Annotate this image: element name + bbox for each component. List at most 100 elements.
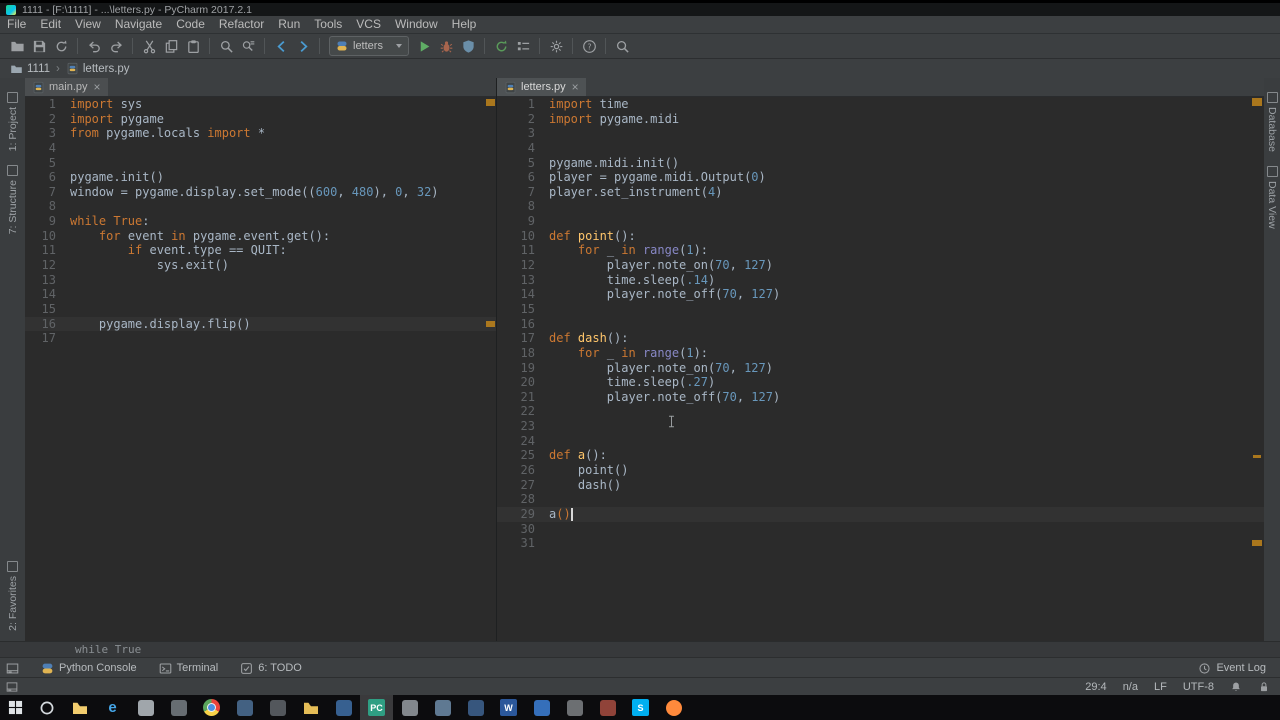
- code-line[interactable]: 19 player.note_on(70, 127): [497, 361, 1264, 376]
- debug-button[interactable]: [435, 36, 457, 56]
- code-line[interactable]: 1 import time: [497, 97, 1264, 112]
- cut-button[interactable]: [138, 36, 160, 56]
- code-line[interactable]: 9 while True:: [25, 214, 496, 229]
- code-line[interactable]: 30: [497, 522, 1264, 537]
- line-number[interactable]: 8: [25, 199, 70, 214]
- line-number[interactable]: 13: [497, 273, 549, 288]
- code-line[interactable]: 5 pygame.midi.init(): [497, 156, 1264, 171]
- code-line[interactable]: 7 window = pygame.display.set_mode((600, …: [25, 185, 496, 200]
- line-number[interactable]: 21: [497, 390, 549, 405]
- code-line[interactable]: 17 def dash():: [497, 331, 1264, 346]
- close-tab-icon[interactable]: ×: [94, 80, 101, 94]
- taskbar-button-app-1[interactable]: [162, 695, 195, 720]
- code-line[interactable]: 3 from pygame.locals import *: [25, 126, 496, 141]
- taskbar-button-start[interactable]: [0, 695, 30, 720]
- toolwindow-button-6-todo[interactable]: 6: TODO: [240, 662, 302, 675]
- line-number[interactable]: 6: [497, 170, 549, 185]
- line-number[interactable]: 5: [497, 156, 549, 171]
- tab-letters-py[interactable]: letters.py ×: [497, 78, 586, 96]
- line-number[interactable]: 14: [25, 287, 70, 302]
- code-line[interactable]: 6 player = pygame.midi.Output(0): [497, 170, 1264, 185]
- tab-main-py[interactable]: main.py ×: [25, 78, 108, 96]
- search-everywhere-button[interactable]: [611, 36, 633, 56]
- undo-button[interactable]: [83, 36, 105, 56]
- code-line[interactable]: 14: [25, 287, 496, 302]
- taskbar-button-word[interactable]: W: [492, 695, 525, 720]
- line-number[interactable]: 25: [497, 448, 549, 463]
- line-number[interactable]: 19: [497, 361, 549, 376]
- tool-button--structure[interactable]: 7: Structure: [7, 165, 19, 235]
- tool-button--project[interactable]: 1: Project: [7, 92, 19, 151]
- taskbar-button-app-2[interactable]: [228, 695, 261, 720]
- code-line[interactable]: 11 for _ in range(1):: [497, 243, 1264, 258]
- paste-button[interactable]: [182, 36, 204, 56]
- line-number[interactable]: 7: [25, 185, 70, 200]
- taskbar-button-app-8[interactable]: [525, 695, 558, 720]
- taskbar-button-firefox[interactable]: [657, 695, 690, 720]
- find-button[interactable]: [215, 36, 237, 56]
- menu-view[interactable]: View: [68, 16, 108, 33]
- breadcrumb-item-letters.py[interactable]: letters.py: [66, 62, 130, 75]
- code-line[interactable]: 15: [25, 302, 496, 317]
- code-line[interactable]: 7 player.set_instrument(4): [497, 185, 1264, 200]
- code-line[interactable]: 28: [497, 492, 1264, 507]
- line-number[interactable]: 26: [497, 463, 549, 478]
- line-number[interactable]: 2: [497, 112, 549, 127]
- code-line[interactable]: 23: [497, 419, 1264, 434]
- line-number[interactable]: 15: [25, 302, 70, 317]
- code-line[interactable]: 13: [25, 273, 496, 288]
- line-number[interactable]: 16: [25, 317, 70, 332]
- run-config-select[interactable]: letters: [329, 36, 409, 56]
- readonly-lock-icon[interactable]: [1258, 681, 1270, 693]
- caret-position[interactable]: 29:4: [1085, 681, 1106, 693]
- line-number[interactable]: 3: [497, 126, 549, 141]
- help-button[interactable]: ?: [578, 36, 600, 56]
- line-number[interactable]: 27: [497, 478, 549, 493]
- code-line[interactable]: 8: [25, 199, 496, 214]
- taskbar-button-app-4[interactable]: [327, 695, 360, 720]
- line-number[interactable]: 31: [497, 536, 549, 551]
- code-line[interactable]: 24: [497, 434, 1264, 449]
- toolwindow-button-terminal[interactable]: Terminal: [159, 662, 218, 675]
- menu-refactor[interactable]: Refactor: [212, 16, 271, 33]
- taskbar-button-edge[interactable]: e: [96, 695, 129, 720]
- line-number[interactable]: 18: [497, 346, 549, 361]
- replace-button[interactable]: [237, 36, 259, 56]
- code-line[interactable]: 4: [25, 141, 496, 156]
- line-number[interactable]: 11: [497, 243, 549, 258]
- line-number[interactable]: 12: [25, 258, 70, 273]
- code-line[interactable]: 10 def point():: [497, 229, 1264, 244]
- toolwindow-button-event-log[interactable]: Event Log: [1198, 662, 1266, 675]
- code-line[interactable]: 8: [497, 199, 1264, 214]
- line-number[interactable]: 1: [25, 97, 70, 112]
- line-number[interactable]: 16: [497, 317, 549, 332]
- breadcrumb-item-1111[interactable]: 1111: [10, 62, 50, 75]
- line-number[interactable]: 11: [25, 243, 70, 258]
- code-line[interactable]: 6 pygame.init(): [25, 170, 496, 185]
- tool-window-switcher-icon[interactable]: [6, 662, 19, 675]
- line-number[interactable]: 2: [25, 112, 70, 127]
- tool-button-data-view[interactable]: Data View: [1266, 165, 1278, 229]
- taskbar-button-pycharm[interactable]: PC: [360, 695, 393, 720]
- code-line[interactable]: 26 point(): [497, 463, 1264, 478]
- line-number[interactable]: 12: [497, 258, 549, 273]
- line-number[interactable]: 13: [25, 273, 70, 288]
- run-button[interactable]: [413, 36, 435, 56]
- code-line[interactable]: 12 player.note_on(70, 127): [497, 258, 1264, 273]
- code-line[interactable]: 5: [25, 156, 496, 171]
- line-number[interactable]: 8: [497, 199, 549, 214]
- line-number[interactable]: 29: [497, 507, 549, 522]
- code-line[interactable]: 10 for event in pygame.event.get():: [25, 229, 496, 244]
- line-number[interactable]: 7: [497, 185, 549, 200]
- code-line[interactable]: 16 pygame.display.flip(): [25, 316, 496, 332]
- settings-button[interactable]: [545, 36, 567, 56]
- code-line[interactable]: 25 def a():: [497, 448, 1264, 463]
- line-number[interactable]: 5: [25, 156, 70, 171]
- taskbar-button-app-10[interactable]: [591, 695, 624, 720]
- code-line[interactable]: 14 player.note_off(70, 127): [497, 287, 1264, 302]
- code-area-main-py[interactable]: 1 import sys 2 import pygame 3 from pygame.lo…: [25, 97, 496, 641]
- taskbar-button-file-explorer[interactable]: [63, 695, 96, 720]
- code-area-letters-py[interactable]: 1 import time 2 import pygame.midi 3 4 5 pygame…: [497, 97, 1264, 641]
- line-number[interactable]: 6: [25, 170, 70, 185]
- edit-configs-button[interactable]: [512, 36, 534, 56]
